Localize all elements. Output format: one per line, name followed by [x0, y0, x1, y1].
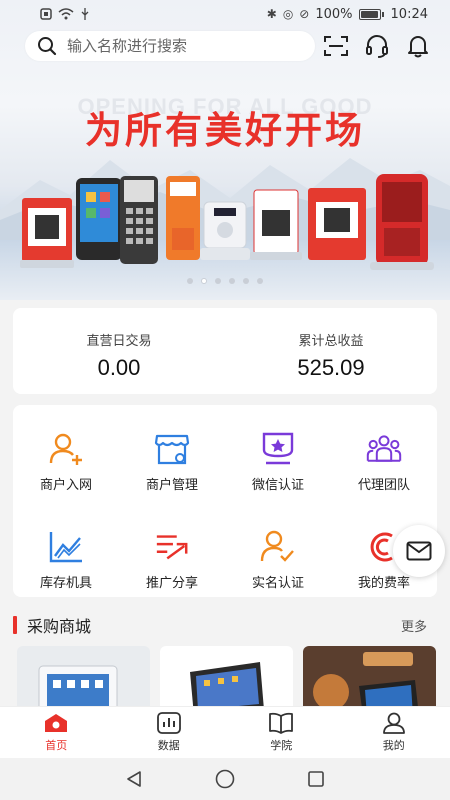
- tab-home[interactable]: 首页: [0, 707, 113, 758]
- section-title: 采购商城: [13, 613, 91, 637]
- more-link[interactable]: 更多: [401, 616, 437, 635]
- stat-label: 直营日交易: [86, 334, 152, 349]
- menu-label: 实名认证: [251, 576, 304, 591]
- section-title-text: 采购商城: [27, 617, 92, 636]
- stat-total-earnings[interactable]: 累计总收益 525.09: [225, 308, 437, 394]
- search-icon: [38, 37, 57, 56]
- status-bar: ✱ ◎ ⊘ 100% 10:24: [0, 0, 450, 28]
- product-image: [303, 646, 436, 706]
- function-grid: 商户入网 商户管理 微信认证 代理团队 库存机具 推广分享 实名认证 我的费率: [13, 405, 437, 597]
- location-icon: ◎: [282, 7, 294, 21]
- book-icon: [269, 712, 294, 734]
- menu-agent-team[interactable]: 代理团队: [331, 431, 437, 493]
- back-icon[interactable]: [124, 769, 144, 789]
- menu-promotion-share[interactable]: 推广分享: [119, 529, 225, 591]
- menu-merchant-management[interactable]: 商户管理: [119, 431, 225, 493]
- store-icon: [154, 431, 190, 467]
- menu-label: 商户管理: [145, 478, 198, 493]
- product-list: [17, 646, 437, 706]
- stat-daily-transactions[interactable]: 直营日交易 0.00: [13, 308, 225, 394]
- product-image: [160, 646, 293, 706]
- mute-icon: ⊘: [299, 7, 310, 21]
- stat-value: 525.09: [297, 355, 365, 380]
- share-arrow-icon: [154, 529, 190, 565]
- chart-trend-icon: [48, 529, 84, 565]
- search-input[interactable]: [67, 37, 297, 55]
- home-circle-icon[interactable]: [214, 768, 236, 790]
- product-image: [17, 646, 150, 706]
- wifi-icon: [58, 8, 74, 20]
- user-verified-icon: [260, 529, 296, 565]
- pagination-dot[interactable]: [215, 278, 221, 284]
- bluetooth-icon: ✱: [266, 7, 277, 21]
- scan-icon[interactable]: [323, 33, 349, 59]
- menu-label: 商户入网: [39, 478, 92, 493]
- award-icon: [260, 431, 296, 467]
- battery-icon: [358, 8, 384, 20]
- profile-icon: [382, 712, 405, 734]
- menu-label: 库存机具: [39, 576, 92, 591]
- tab-data[interactable]: 数据: [113, 707, 226, 758]
- battery-percent: 100%: [315, 6, 353, 22]
- menu-real-name-verification[interactable]: 实名认证: [225, 529, 331, 591]
- stat-label: 累计总收益: [298, 334, 364, 349]
- menu-merchant-onboarding[interactable]: 商户入网: [13, 431, 119, 493]
- search-bar[interactable]: [25, 31, 315, 61]
- section-accent-bar: [13, 616, 17, 634]
- tab-academy[interactable]: 学院: [225, 707, 338, 758]
- banner-title: 为所有美好开场: [85, 109, 365, 152]
- home-icon: [45, 714, 68, 732]
- data-icon: [156, 712, 181, 734]
- pos-devices-illustration: [20, 174, 434, 270]
- menu-inventory-devices[interactable]: 库存机具: [13, 529, 119, 591]
- bell-icon[interactable]: [405, 33, 431, 59]
- stats-card: 直营日交易 0.00 累计总收益 525.09: [13, 308, 437, 394]
- product-card[interactable]: [160, 646, 293, 706]
- menu-label: 代理团队: [357, 478, 410, 493]
- banner-pagination: [0, 278, 450, 284]
- pagination-dot[interactable]: [229, 278, 235, 284]
- pagination-dot[interactable]: [257, 278, 263, 284]
- tab-label: 学院: [270, 739, 293, 752]
- team-icon: [366, 431, 402, 467]
- menu-label: 微信认证: [251, 478, 304, 493]
- shop-section-header: 采购商城 更多: [13, 612, 437, 638]
- tab-label: 我的: [382, 739, 405, 752]
- pagination-dot[interactable]: [187, 278, 193, 284]
- pagination-dot-active[interactable]: [201, 278, 207, 284]
- notification-icon: [40, 8, 52, 20]
- headset-icon[interactable]: [364, 33, 390, 59]
- product-card[interactable]: [303, 646, 436, 706]
- tab-label: 数据: [157, 739, 180, 752]
- system-navigation-bar: [0, 758, 450, 800]
- tab-profile[interactable]: 我的: [338, 707, 450, 758]
- stat-value: 0.00: [97, 355, 141, 380]
- menu-wechat-verification[interactable]: 微信认证: [225, 431, 331, 493]
- mail-icon: [406, 541, 432, 561]
- bottom-tab-bar: 首页 数据 学院 我的: [0, 706, 450, 758]
- usb-icon: [81, 8, 89, 20]
- tab-label: 首页: [45, 739, 68, 752]
- recents-icon[interactable]: [306, 769, 326, 789]
- clock: 10:24: [390, 6, 428, 22]
- menu-label: 推广分享: [145, 576, 198, 591]
- floating-mail-button[interactable]: [393, 525, 445, 577]
- product-card[interactable]: [17, 646, 150, 706]
- pagination-dot[interactable]: [243, 278, 249, 284]
- add-user-icon: [48, 431, 84, 467]
